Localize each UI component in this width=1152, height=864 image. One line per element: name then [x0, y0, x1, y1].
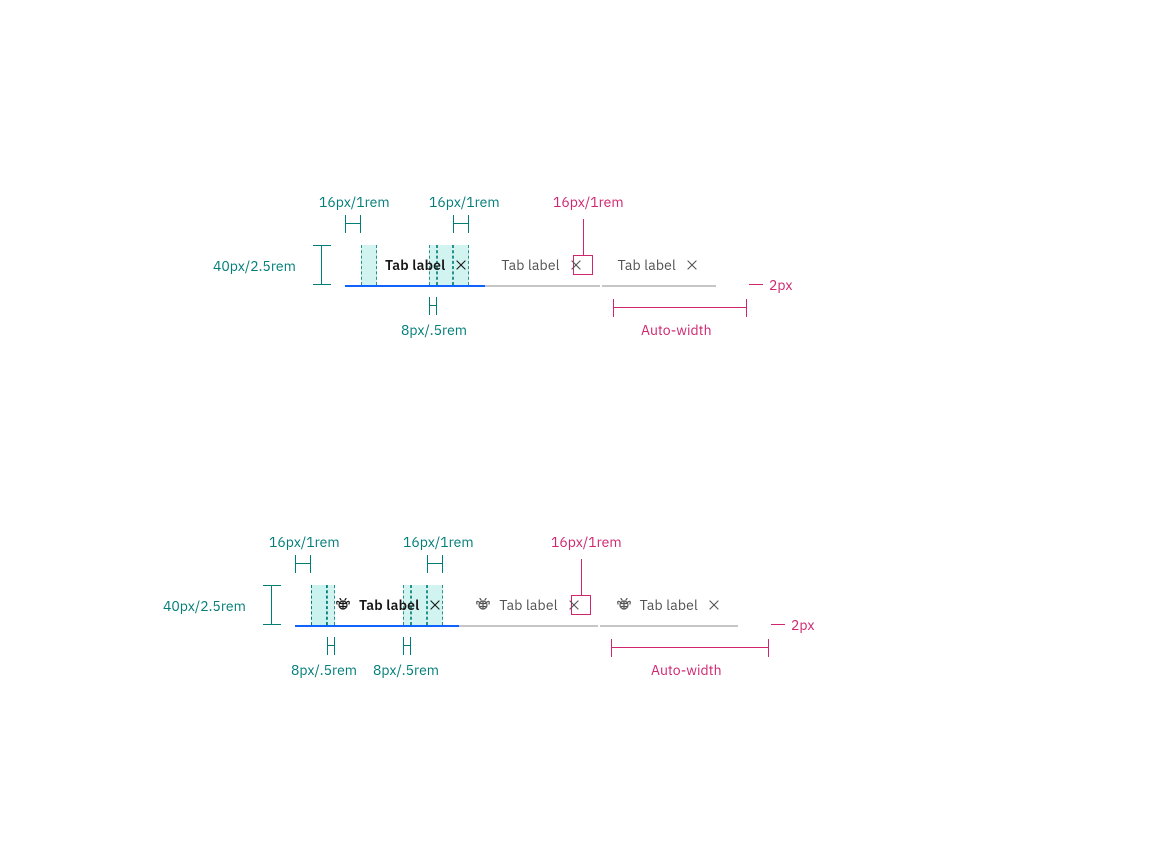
- spec-close-leader: [581, 559, 582, 595]
- spec-pad-left-label: 16px/1rem: [269, 535, 340, 549]
- spec-height-label: 40px/2.5rem: [163, 599, 246, 613]
- spec-gap-marker: [429, 301, 437, 311]
- tablist: Tab label Tab label Tab label: [295, 585, 738, 625]
- tab-label: Tab label: [499, 598, 557, 612]
- close-icon[interactable]: [453, 257, 469, 273]
- close-icon[interactable]: [427, 597, 443, 613]
- close-icon[interactable]: [568, 257, 584, 273]
- tab-label: Tab label: [618, 258, 676, 272]
- spec-autowidth-label: Auto-width: [651, 663, 722, 677]
- spec-close-size-label: 16px/1rem: [553, 195, 624, 209]
- spec-underline-label: 2px: [791, 618, 814, 632]
- bee-icon: [616, 597, 632, 613]
- tablist: Tab label Tab label Tab label: [345, 245, 716, 285]
- tab-3[interactable]: Tab label: [602, 245, 716, 287]
- spec-underline-tick: [749, 284, 763, 285]
- spec-close-size-label: 16px/1rem: [551, 535, 622, 549]
- bee-icon: [475, 597, 491, 613]
- spec-gap1-label: 8px/.5rem: [291, 663, 357, 677]
- tab-label: Tab label: [359, 598, 419, 612]
- spec-close-leader: [583, 219, 584, 255]
- spec-underline-label: 2px: [769, 278, 792, 292]
- spec-pad-left-label: 16px/1rem: [319, 195, 390, 209]
- spec-pad-left-marker: [295, 559, 311, 569]
- spec-pad-right-label: 16px/1rem: [403, 535, 474, 549]
- spec-gap2-marker: [403, 641, 411, 651]
- spec-height-marker: [317, 245, 327, 285]
- spec-pad-right-label: 16px/1rem: [429, 195, 500, 209]
- spec-icon-width-marker: [453, 219, 469, 229]
- spec-gap-label: 8px/.5rem: [401, 323, 467, 337]
- spec-pad-left-marker: [345, 219, 361, 229]
- spec-autowidth-marker: [611, 643, 769, 653]
- tab-2[interactable]: Tab label: [459, 585, 597, 627]
- tab-label: Tab label: [385, 258, 445, 272]
- close-icon[interactable]: [706, 597, 722, 613]
- tabs-spec-with-icon: Tab label Tab label Tab label: [295, 585, 738, 625]
- spec-pad-right-marker: [427, 559, 443, 569]
- tab-label: Tab label: [640, 598, 698, 612]
- tabs-spec-default: Tab label Tab label Tab label 40px/2.5re…: [345, 245, 716, 285]
- spec-height-label: 40px/2.5rem: [213, 259, 296, 273]
- spec-underline-tick: [771, 624, 785, 625]
- bee-icon: [335, 597, 351, 613]
- spec-height-marker: [267, 585, 277, 625]
- spec-autowidth-label: Auto-width: [641, 323, 712, 337]
- close-icon[interactable]: [566, 597, 582, 613]
- spec-gap1-marker: [327, 641, 335, 651]
- close-icon[interactable]: [684, 257, 700, 273]
- spec-gap2-label: 8px/.5rem: [373, 663, 439, 677]
- tab-label: Tab label: [501, 258, 559, 272]
- spec-autowidth-marker: [613, 303, 747, 313]
- tab-3[interactable]: Tab label: [600, 585, 738, 627]
